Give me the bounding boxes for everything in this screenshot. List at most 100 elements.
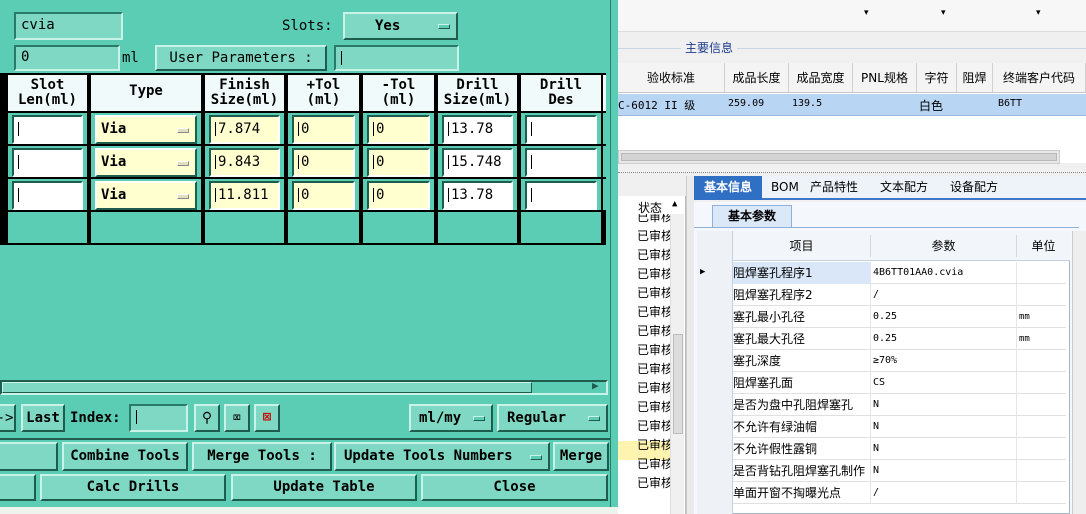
dropdown-arrow-icon[interactable]: ▾ (941, 8, 946, 18)
des-input[interactable] (525, 181, 597, 210)
list-item[interactable]: 已审核 (637, 265, 673, 284)
table-row[interactable]: 不允许有绿油帽 N (733, 416, 1066, 438)
list-item[interactable]: 已审核 (637, 246, 673, 265)
list-item[interactable]: 已审核 (637, 474, 673, 493)
depth-field[interactable]: 0 (14, 45, 120, 71)
list-item[interactable]: 已审核 (637, 322, 673, 341)
filename-field[interactable]: cvia (14, 12, 123, 40)
param-value[interactable]: N (872, 394, 1017, 416)
merge-option-menu[interactable]: Update Tools Numbers (334, 442, 550, 471)
table-row[interactable]: 塞孔深度 ≥70% (733, 350, 1066, 372)
table-row[interactable]: 阻焊塞孔面 CS (733, 372, 1066, 394)
list-item[interactable]: 已审核 (637, 398, 673, 417)
finish-input[interactable]: 9.843 (209, 148, 280, 177)
col-header[interactable]: 验收标准 (618, 63, 725, 93)
col-header[interactable]: 成品长度 (725, 63, 789, 93)
scroll-right-icon[interactable]: ▶ (592, 379, 599, 392)
table-row[interactable]: 是否为盘中孔阻焊塞孔 N (733, 394, 1066, 416)
drill-input[interactable]: 13.78 (442, 115, 513, 144)
units-option-menu[interactable]: ml/my (409, 404, 493, 432)
table-row[interactable]: 阻焊塞孔程序2/ (733, 284, 1066, 306)
param-value[interactable]: 0.25 (872, 306, 1017, 328)
scrollbar-thumb[interactable] (2, 382, 532, 393)
table-row[interactable]: C-6012 II 级 259.09 139.5 白色 B6TT (618, 94, 1086, 116)
des-input[interactable] (525, 115, 597, 144)
user-parameters-button[interactable]: User Parameters : (155, 45, 327, 71)
slots-option-menu[interactable]: Yes (343, 12, 458, 40)
slot-len-input[interactable] (12, 181, 83, 210)
param-value[interactable]: N (872, 416, 1017, 438)
col-header[interactable]: 阻焊 (957, 63, 993, 93)
list-item[interactable]: 已审核 (637, 360, 673, 379)
splitter[interactable] (686, 176, 694, 514)
ptol-input[interactable]: 0 (292, 115, 355, 144)
list-item[interactable]: 已审核 (637, 227, 673, 246)
type-option-menu[interactable]: Via (95, 148, 197, 177)
drill-input[interactable]: 13.78 (442, 181, 513, 210)
blank-button[interactable] (0, 474, 36, 501)
mtol-input[interactable]: 0 (367, 148, 430, 177)
list-item[interactable]: 已审核 (637, 455, 673, 474)
dropdown-arrow-icon[interactable]: ▾ (1036, 8, 1041, 18)
scroll-up-icon[interactable]: ▲ (672, 199, 677, 209)
drill-input[interactable]: 15.748 (442, 148, 513, 177)
update-table-button[interactable]: Update Table (231, 474, 417, 501)
delete-icon[interactable]: ⊠ (254, 404, 280, 432)
find-icon[interactable]: ⚲ (194, 404, 220, 432)
list-item[interactable]: 已审核 (637, 303, 673, 322)
col-header[interactable]: 项目 (733, 235, 871, 257)
table-row[interactable]: 是否背钻孔阻焊塞孔制作 N (733, 460, 1066, 482)
horizontal-scrollbar[interactable]: ▶ (0, 379, 608, 395)
col-header[interactable]: 成品宽度 (789, 63, 853, 93)
user-parameters-field[interactable] (334, 45, 459, 71)
tab-text-recipe[interactable]: 文本配方 (880, 176, 928, 198)
tab-equipment-recipe[interactable]: 设备配方 (950, 176, 998, 198)
table-row[interactable]: 阻焊塞孔程序1 4B6TT01AA0.cvia (733, 262, 1066, 284)
calc-drills-button[interactable]: Calc Drills (40, 474, 226, 501)
list-item[interactable]: 已审核 (637, 284, 673, 303)
table-row[interactable]: 塞孔最小孔径 0.25 mm (733, 306, 1066, 328)
param-value[interactable]: CS (872, 372, 1017, 394)
table-row[interactable]: 单面开窗不掏曝光点 / (733, 482, 1066, 504)
mtol-input[interactable]: 0 (367, 181, 430, 210)
combine-tools-button[interactable]: Combine Tools (62, 442, 188, 471)
horizontal-scrollbar[interactable] (618, 150, 1060, 164)
ptol-input[interactable]: 0 (292, 148, 355, 177)
list-item[interactable]: 已审核 (637, 341, 673, 360)
tab-basic-params[interactable]: 基本参数 (712, 205, 792, 227)
finish-input[interactable]: 11.811 (209, 181, 280, 210)
des-input[interactable] (525, 148, 597, 177)
col-header[interactable]: 字符 (917, 63, 957, 93)
param-value[interactable]: ≥70% (872, 350, 1017, 372)
param-value[interactable]: / (872, 284, 1017, 306)
blank-button[interactable] (0, 442, 58, 471)
mode-option-menu[interactable]: Regular (497, 404, 608, 432)
mtol-input[interactable]: 0 (367, 115, 430, 144)
param-value[interactable]: 0.25 (872, 328, 1017, 350)
tab-basic-info[interactable]: 基本信息 (694, 176, 762, 200)
index-field[interactable] (129, 404, 188, 432)
dropdown-arrow-icon[interactable]: ▾ (864, 8, 869, 18)
vertical-scrollbar[interactable] (1072, 231, 1086, 514)
param-value[interactable]: N (872, 438, 1017, 460)
finish-input[interactable]: 7.874 (209, 115, 280, 144)
zoom-icon[interactable]: ⌧ (224, 404, 250, 432)
close-button[interactable]: Close (421, 474, 608, 501)
tab-bom[interactable]: BOM (771, 176, 799, 198)
next-button[interactable]: -> (0, 404, 16, 432)
param-value[interactable]: / (872, 482, 1017, 504)
col-header[interactable]: 参数 (871, 235, 1017, 257)
col-header[interactable]: PNL规格 (853, 63, 917, 93)
list-item[interactable]: 已审核 (637, 417, 673, 436)
list-item[interactable]: 已审核 (637, 379, 673, 398)
vertical-scrollbar[interactable] (670, 214, 684, 514)
last-button[interactable]: Last (21, 404, 65, 432)
tab-product-features[interactable]: 产品特性 (810, 176, 858, 198)
list-item[interactable]: 已审核 (637, 214, 673, 227)
slot-len-input[interactable] (12, 115, 83, 144)
table-row[interactable]: 塞孔最大孔径 0.25 mm (733, 328, 1066, 350)
type-option-menu[interactable]: Via (95, 115, 197, 144)
param-value[interactable]: 4B6TT01AA0.cvia (872, 262, 1017, 284)
slot-len-input[interactable] (12, 148, 83, 177)
ptol-input[interactable]: 0 (292, 181, 355, 210)
